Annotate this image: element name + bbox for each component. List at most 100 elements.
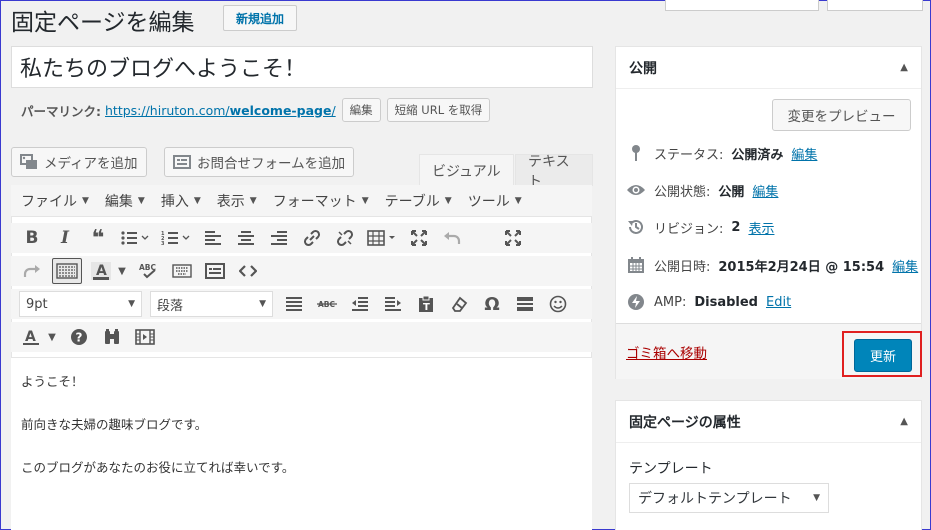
revisions-label: リビジョン: xyxy=(654,221,724,237)
align-center-icon[interactable] xyxy=(233,225,259,251)
paragraph-format-select[interactable]: 段落 ▼ xyxy=(150,291,273,317)
help-tab[interactable] xyxy=(827,0,923,11)
bold-icon[interactable]: B xyxy=(19,225,45,251)
edit-amp-link[interactable]: Edit xyxy=(766,295,791,310)
form-icon xyxy=(173,154,191,170)
page-title: 固定ページを編集 xyxy=(11,10,195,36)
toolbar-toggle-icon[interactable] xyxy=(52,258,82,284)
menu-format[interactable]: フォーマット ▼ xyxy=(273,191,369,211)
form-embed-icon[interactable] xyxy=(202,258,228,284)
font-size-select[interactable]: 9pt ▼ xyxy=(19,291,142,317)
content-paragraph: 前向きな夫婦の趣味ブログです。 xyxy=(21,417,208,432)
svg-text:A: A xyxy=(25,329,36,345)
move-to-trash-link[interactable]: ゴミ箱へ移動 xyxy=(626,342,707,362)
tab-visual[interactable]: ビジュアル xyxy=(419,154,514,186)
text-color-dropdown-icon[interactable]: ▼ xyxy=(115,258,129,284)
menu-insert[interactable]: 挿入 ▼ xyxy=(161,191,201,211)
font-color-dropdown-icon[interactable]: ▼ xyxy=(45,324,59,350)
svg-text:3: 3 xyxy=(161,241,165,246)
add-new-button[interactable]: 新規追加 xyxy=(223,5,297,31)
special-character-icon[interactable]: Ω xyxy=(479,291,505,317)
permalink-url[interactable]: https://hiruton.com/welcome-page/ xyxy=(105,103,336,118)
numbered-list-icon[interactable]: 123 xyxy=(159,225,193,251)
bullet-list-icon[interactable] xyxy=(118,225,152,251)
page-attributes-title: 固定ページの属性 xyxy=(629,414,741,431)
revisions-icon xyxy=(626,217,646,237)
add-contact-form-button[interactable]: お問合せフォームを追加 xyxy=(164,147,355,177)
page-attributes-header[interactable]: 固定ページの属性 ▲ xyxy=(616,401,921,443)
media-icon xyxy=(20,154,38,170)
browse-revisions-link[interactable]: 表示 xyxy=(748,218,774,237)
get-shortlink-button[interactable]: 短縮 URL を取得 xyxy=(386,98,491,122)
redo-icon[interactable] xyxy=(19,258,45,284)
undo-icon[interactable] xyxy=(439,225,465,251)
chevron-down-icon: ▼ xyxy=(813,493,820,503)
justify-icon[interactable] xyxy=(281,291,307,317)
paragraph-format-value: 段落 xyxy=(157,298,184,314)
horizontal-line-icon[interactable] xyxy=(512,291,538,317)
svg-text:T: T xyxy=(423,302,430,313)
distraction-free-icon[interactable] xyxy=(500,225,526,251)
amp-value: Disabled xyxy=(694,294,758,310)
text-color-icon[interactable]: A xyxy=(89,258,113,284)
menu-tools[interactable]: ツール ▼ xyxy=(468,191,522,211)
collapse-icon[interactable]: ▲ xyxy=(900,62,908,73)
visibility-row: 公開状態: 公開 編集 xyxy=(626,178,778,202)
revisions-count: 2 xyxy=(731,219,741,235)
title-input[interactable]: 私たちのブログへようこそ！ xyxy=(11,46,593,88)
spellcheck-icon[interactable]: ABC xyxy=(136,258,162,284)
editor-content[interactable]: ようこそ！ 前向きな夫婦の趣味ブログです。 このブログがあなたのお役に立てれば幸… xyxy=(11,357,592,530)
screen-options-tab[interactable] xyxy=(665,0,819,11)
clear-formatting-icon[interactable] xyxy=(446,291,472,317)
align-right-icon[interactable] xyxy=(266,225,292,251)
pin-icon xyxy=(626,143,646,163)
edit-slug-button[interactable]: 編集 xyxy=(341,98,381,122)
menu-view[interactable]: 表示 ▼ xyxy=(217,191,257,211)
link-icon[interactable] xyxy=(299,225,325,251)
chevron-down-icon: ▼ xyxy=(128,299,135,309)
italic-icon[interactable]: I xyxy=(52,225,78,251)
eye-icon xyxy=(626,180,646,200)
menu-edit[interactable]: 編集 ▼ xyxy=(105,191,145,211)
update-button[interactable]: 更新 xyxy=(854,339,912,372)
edit-status-link[interactable]: 編集 xyxy=(791,144,817,163)
fullscreen-icon[interactable] xyxy=(406,225,432,251)
publish-actions: ゴミ箱へ移動 更新 xyxy=(616,323,922,379)
paste-as-text-icon[interactable]: T xyxy=(413,291,439,317)
help-icon[interactable]: ? xyxy=(66,324,92,350)
publish-box-header[interactable]: 公開 ▲ xyxy=(616,47,921,89)
table-icon[interactable] xyxy=(365,225,399,251)
collapse-icon[interactable]: ▲ xyxy=(900,416,908,427)
strikethrough-icon[interactable]: ABC xyxy=(314,291,340,317)
publish-box: 公開 ▲ 変更をプレビュー ステータス: 公開済み 編集 公開状態: 公開 編集… xyxy=(615,46,922,379)
edit-visibility-link[interactable]: 編集 xyxy=(752,181,778,200)
publish-date-label: 公開日時: xyxy=(654,259,711,275)
add-media-label: メディアを追加 xyxy=(44,156,138,172)
menu-file[interactable]: ファイル ▼ xyxy=(21,191,89,211)
template-select[interactable]: デフォルトテンプレート ▼ xyxy=(629,483,829,513)
add-form-label: お問合せフォームを追加 xyxy=(197,156,346,172)
svg-text:A: A xyxy=(96,263,107,279)
menu-table[interactable]: テーブル ▼ xyxy=(385,191,452,211)
toolbar-row-1: B I ❝ 123 xyxy=(11,223,592,253)
indent-icon[interactable] xyxy=(380,291,406,317)
edit-date-link[interactable]: 編集 xyxy=(892,256,918,275)
outdent-icon[interactable] xyxy=(347,291,373,317)
blockquote-icon[interactable]: ❝ xyxy=(85,225,111,251)
preview-changes-button[interactable]: 変更をプレビュー xyxy=(772,99,911,131)
find-replace-icon[interactable] xyxy=(99,324,125,350)
code-icon[interactable] xyxy=(235,258,261,284)
emoticons-icon[interactable] xyxy=(545,291,571,317)
font-color-icon[interactable]: A xyxy=(19,324,43,350)
template-value: デフォルトテンプレート xyxy=(638,491,792,507)
media-embed-icon[interactable] xyxy=(132,324,158,350)
unlink-icon[interactable] xyxy=(332,225,358,251)
keyboard-icon[interactable] xyxy=(169,258,195,284)
tab-text[interactable]: テキスト xyxy=(515,154,593,190)
align-left-icon[interactable] xyxy=(200,225,226,251)
status-row: ステータス: 公開済み 編集 xyxy=(626,141,817,165)
amp-row: AMP: Disabled Edit xyxy=(626,290,791,314)
visibility-value: 公開 xyxy=(718,184,745,200)
permalink-label: パーマリンク: xyxy=(21,103,101,119)
add-media-button[interactable]: メディアを追加 xyxy=(11,147,147,177)
